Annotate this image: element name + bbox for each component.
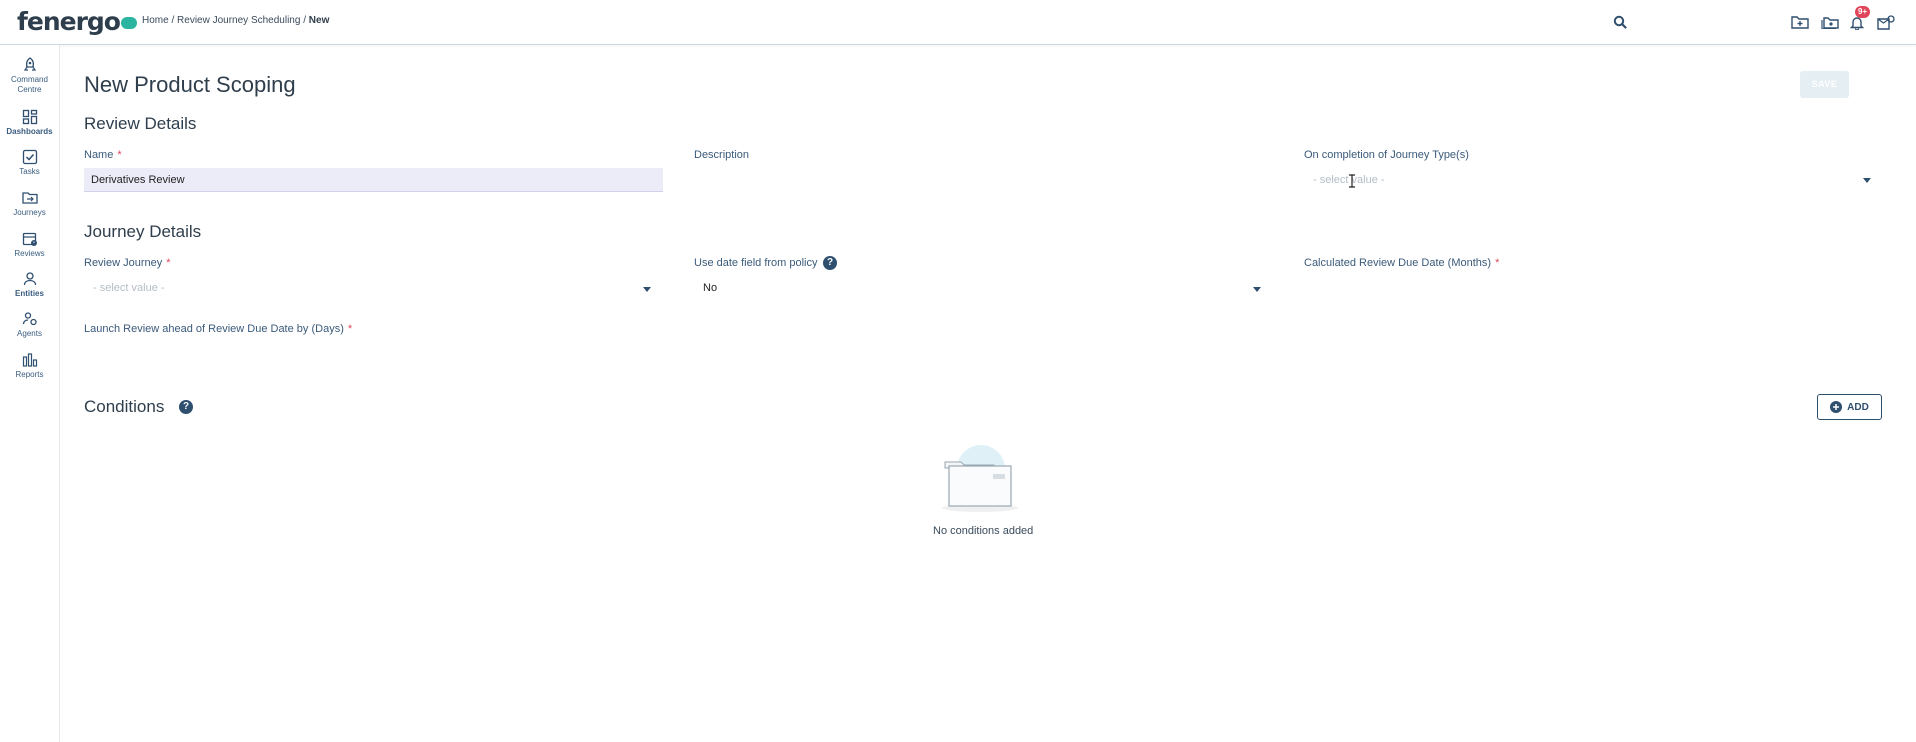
chevron-down-icon[interactable] [1863,178,1871,183]
sidebar-item-command-centre[interactable]: Command Centre [0,57,59,95]
fenergo-logo[interactable]: fenergo [17,6,137,36]
name-input[interactable]: Derivatives Review [84,168,663,192]
breadcrumb-review-journey-scheduling[interactable]: Review Journey Scheduling [177,15,300,26]
logo-dot [121,17,137,29]
person-icon [23,272,36,286]
completion-journey-types-label: On completion of Journey Type(s) [1304,149,1469,161]
sidebar-item-entities[interactable]: Entities [0,271,59,299]
description-input[interactable] [694,168,1273,192]
sidebar-item-agents[interactable]: Agents [0,311,59,339]
sidebar-item-tasks[interactable]: Tasks [0,149,59,177]
page-title: New Product Scoping [84,72,296,97]
review-details-heading: Review Details [84,114,197,133]
name-label: Name * [84,149,122,161]
search-icon[interactable] [1610,12,1630,32]
dashboard-icon [22,109,37,125]
completion-journey-types-select[interactable]: - select value - [1304,168,1875,192]
folder-arrow-icon [21,192,38,204]
checkbox-icon [22,149,37,165]
rocket-icon [23,57,36,71]
conditions-heading: Conditions [84,397,165,416]
bar-chart-icon [22,353,37,367]
folder-stack-icon[interactable] [1820,12,1840,32]
launch-review-ahead-label: Launch Review ahead of Review Due Date b… [84,323,353,335]
use-date-field-select[interactable]: No [694,276,1265,300]
calendar-clock-icon [22,232,37,246]
chevron-down-icon[interactable] [1253,287,1261,292]
sidebar-item-reviews[interactable]: Reviews [0,231,59,259]
breadcrumb-current: New [308,15,330,26]
plus-circle-icon [1830,401,1843,413]
breadcrumb: Home / Review Journey Scheduling / New [142,15,330,26]
review-journey-select[interactable]: - select value - [84,276,655,300]
chevron-down-icon[interactable] [643,287,651,292]
empty-folder-icon [942,445,1018,512]
agents-icon [22,312,37,326]
sidebar: Command Centre Dashboards Tasks Journeys… [0,45,60,742]
use-date-field-label: Use date field from policy [694,257,818,269]
help-icon[interactable]: ? [179,400,193,414]
journey-details-heading: Journey Details [84,222,202,241]
text-cursor-icon [1349,174,1355,188]
launch-review-ahead-input[interactable] [84,342,663,366]
add-condition-button[interactable]: ADD [1817,394,1882,420]
folder-add-icon[interactable] [1790,12,1810,32]
review-journey-label: Review Journey * [84,257,171,269]
sidebar-item-dashboards[interactable]: Dashboards [0,109,59,137]
top-bar: fenergo Home / Review Journey Scheduling… [0,0,1916,45]
empty-conditions-message: No conditions added [933,525,1034,537]
calculated-review-due-date-label: Calculated Review Due Date (Months) * [1304,257,1500,269]
description-label: Description [694,149,750,161]
mailbox-icon[interactable] [1876,12,1896,32]
calculated-review-due-date-input[interactable] [1304,276,1883,300]
sidebar-item-journeys[interactable]: Journeys [0,190,59,218]
notification-badge: 9+ [1855,6,1871,18]
help-icon[interactable]: ? [823,256,837,270]
sidebar-item-reports[interactable]: Reports [0,352,59,380]
breadcrumb-home[interactable]: Home [142,15,169,26]
save-button[interactable]: SAVE [1800,71,1849,98]
